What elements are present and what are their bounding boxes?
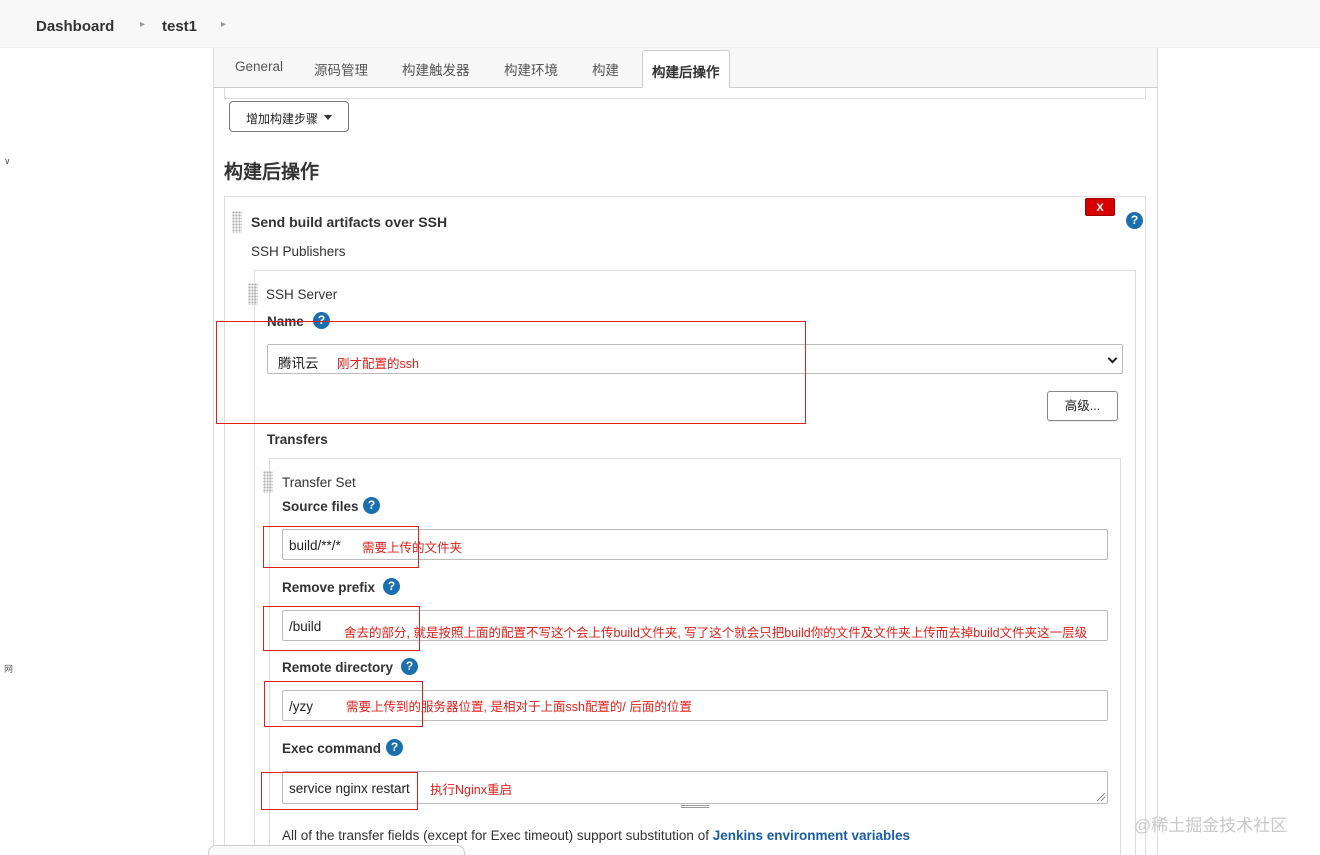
- add-build-step-button[interactable]: 增加构建步骤: [229, 101, 349, 132]
- help-icon[interactable]: ?: [363, 497, 380, 514]
- tab-bar: General 源码管理 构建触发器 构建环境 构建 构建后操作: [214, 48, 1157, 88]
- caret-down-icon: [324, 115, 332, 120]
- drag-handle-icon[interactable]: [232, 211, 242, 233]
- watermark: @稀土掘金技术社区: [1134, 816, 1288, 835]
- annotation-remote-note: 需要上传到的服务器位置, 是相对于上面ssh配置的/ 后面的位置: [346, 700, 692, 714]
- bottom-bar: [208, 845, 465, 855]
- remove-prefix-label: Remove prefix: [282, 580, 376, 595]
- annotation-box-name: [216, 321, 806, 424]
- tab-build-triggers[interactable]: 构建触发器: [402, 59, 470, 81]
- sidebar-fragment: ∨: [4, 156, 11, 166]
- transfer-fields-note: All of the transfer fields (except for E…: [282, 828, 910, 843]
- tab-source-control[interactable]: 源码管理: [314, 59, 368, 81]
- jenkins-env-variables-link[interactable]: Jenkins environment variables: [713, 828, 910, 843]
- tab-build-environment[interactable]: 构建环境: [504, 59, 558, 81]
- annotation-source-note: 需要上传的文件夹: [362, 541, 463, 555]
- chevron-right-icon[interactable]: ▸: [221, 19, 226, 30]
- exec-command-label: Exec command: [282, 741, 382, 756]
- previous-section-box: [224, 88, 1146, 99]
- help-icon[interactable]: ?: [401, 658, 418, 675]
- annotation-exec-note: 执行Nginx重启: [430, 783, 512, 797]
- add-build-step-label: 增加构建步骤: [246, 112, 319, 126]
- drag-handle-icon[interactable]: [248, 283, 258, 305]
- chevron-down-icon: [1107, 353, 1118, 364]
- chevron-right-icon[interactable]: ▸: [140, 19, 145, 30]
- resize-grip-icon[interactable]: [1097, 793, 1105, 801]
- help-icon[interactable]: ?: [383, 578, 400, 595]
- section-heading: 构建后操作: [224, 162, 320, 183]
- transfer-fields-note-text: All of the transfer fields (except for E…: [282, 828, 713, 843]
- source-files-label: Source files: [282, 499, 359, 514]
- annotation-name-note: 刚才配置的ssh: [337, 357, 419, 371]
- post-build-title: Send build artifacts over SSH: [251, 214, 448, 230]
- config-panel: General 源码管理 构建触发器 构建环境 构建 构建后操作 增加构建步骤 …: [213, 48, 1158, 855]
- sidebar-fragment: 网: [4, 664, 14, 674]
- tab-post-build-actions[interactable]: 构建后操作: [642, 50, 730, 88]
- help-icon[interactable]: ?: [1126, 212, 1143, 229]
- help-icon[interactable]: ?: [386, 739, 403, 756]
- tab-general[interactable]: General: [235, 59, 283, 81]
- textarea-splitter[interactable]: [681, 805, 709, 808]
- delete-button[interactable]: X: [1085, 198, 1115, 216]
- annotation-box-exec: [261, 772, 418, 810]
- remote-directory-label: Remote directory: [282, 660, 394, 675]
- transfer-set-label: Transfer Set: [282, 475, 356, 490]
- breadcrumb-test1[interactable]: test1: [162, 18, 197, 35]
- drag-handle-icon[interactable]: [263, 471, 273, 493]
- ssh-server-label: SSH Server: [266, 287, 338, 302]
- ssh-publishers-label: SSH Publishers: [251, 244, 346, 259]
- tab-build[interactable]: 构建: [592, 59, 619, 81]
- annotation-prefix-note: 舍去的部分, 就是按照上面的配置不写这个会上传build文件夹, 写了这个就会只…: [344, 626, 1088, 640]
- sidebar-edge: ∨ 网: [0, 48, 14, 855]
- breadcrumb-dashboard[interactable]: Dashboard: [36, 18, 114, 35]
- advanced-button[interactable]: 高级...: [1047, 391, 1118, 421]
- transfers-label: Transfers: [267, 432, 328, 447]
- breadcrumb: Dashboard ▸ test1 ▸: [0, 0, 1320, 48]
